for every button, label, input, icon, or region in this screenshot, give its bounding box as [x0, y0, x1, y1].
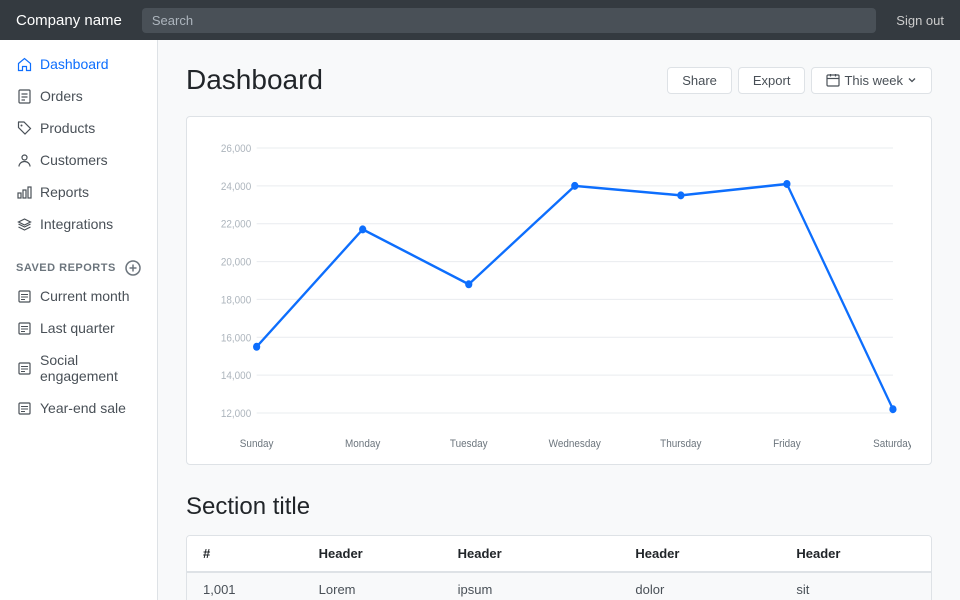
sidebar-item-integrations[interactable]: Integrations — [0, 208, 157, 240]
col-header-2: Header — [442, 536, 620, 572]
saved-report-label-current-month: Current month — [40, 288, 129, 304]
chart-dot — [359, 225, 366, 233]
sidebar-item-customers[interactable]: Customers — [0, 144, 157, 176]
saved-report-label-year-end-sale: Year-end sale — [40, 400, 126, 416]
col-header-0: # — [187, 536, 303, 572]
chart-dot — [783, 180, 790, 188]
cell-0-2: ipsum — [442, 572, 620, 600]
svg-text:Tuesday: Tuesday — [450, 439, 488, 451]
data-table: #HeaderHeaderHeaderHeader 1,001Loremipsu… — [187, 536, 931, 600]
chevron-down-icon — [907, 75, 917, 85]
y-axis: 26,000 24,000 22,000 20,000 18,000 16,000 14,0… — [221, 144, 893, 421]
dashboard-header: Dashboard Share Export This week — [186, 64, 932, 96]
week-picker-button[interactable]: This week — [811, 67, 932, 94]
sidebar-item-orders[interactable]: Orders — [0, 80, 157, 112]
chart-dot — [571, 182, 578, 190]
layout: Dashboard Orders Products Customers Reports I… — [0, 40, 960, 600]
sidebar-label-reports: Reports — [40, 184, 89, 200]
table-row: 1,001Loremipsumdolorsit — [187, 572, 931, 600]
page-title: Dashboard — [186, 64, 323, 96]
person-icon — [16, 152, 32, 168]
home-icon — [16, 56, 32, 72]
section-title: Section title — [186, 493, 932, 521]
doc-icon — [16, 320, 32, 336]
table-header-row: #HeaderHeaderHeaderHeader — [187, 536, 931, 572]
svg-text:20,000: 20,000 — [221, 257, 252, 269]
chart-dot — [465, 280, 472, 288]
table-container: #HeaderHeaderHeaderHeader 1,001Loremipsu… — [186, 535, 932, 600]
svg-text:16,000: 16,000 — [221, 333, 252, 345]
saved-reports-section: SAVED REPORTS — [0, 248, 157, 280]
search-input[interactable] — [142, 8, 876, 33]
svg-text:22,000: 22,000 — [221, 219, 252, 231]
saved-reports-label: SAVED REPORTS — [16, 262, 116, 274]
sidebar-item-dashboard[interactable]: Dashboard — [0, 48, 157, 80]
bar-chart-icon — [16, 184, 32, 200]
saved-reports-list: Current month Last quarter Social engageme… — [0, 280, 157, 424]
chart-dots — [253, 180, 897, 413]
saved-report-social-engagement[interactable]: Social engagement — [0, 344, 157, 392]
export-button[interactable]: Export — [738, 67, 806, 94]
tag-icon — [16, 120, 32, 136]
svg-text:Wednesday: Wednesday — [549, 439, 602, 451]
col-header-1: Header — [303, 536, 442, 572]
svg-text:Sunday: Sunday — [240, 439, 274, 451]
col-header-3: Header — [619, 536, 780, 572]
doc-icon — [16, 400, 32, 416]
chart-container: 26,000 24,000 22,000 20,000 18,000 16,000 14,0… — [186, 116, 932, 465]
layers-icon — [16, 216, 32, 232]
col-header-4: Header — [780, 536, 931, 572]
sidebar-label-dashboard: Dashboard — [40, 56, 109, 72]
topbar: Company name Sign out — [0, 0, 960, 40]
svg-text:26,000: 26,000 — [221, 144, 252, 156]
svg-text:Friday: Friday — [773, 439, 801, 451]
svg-text:Thursday: Thursday — [660, 439, 702, 451]
table-head: #HeaderHeaderHeaderHeader — [187, 536, 931, 572]
cell-0-4: sit — [780, 572, 931, 600]
sidebar-item-reports[interactable]: Reports — [0, 176, 157, 208]
saved-report-label-social-engagement: Social engagement — [40, 352, 141, 384]
saved-report-year-end-sale[interactable]: Year-end sale — [0, 392, 157, 424]
brand-name: Company name — [16, 12, 122, 29]
week-label: This week — [844, 73, 903, 88]
cell-0-0: 1,001 — [187, 572, 303, 600]
cell-0-3: dolor — [619, 572, 780, 600]
cell-0-1: Lorem — [303, 572, 442, 600]
main-content: Dashboard Share Export This week — [158, 40, 960, 600]
share-button[interactable]: Share — [667, 67, 732, 94]
saved-report-current-month[interactable]: Current month — [0, 280, 157, 312]
sidebar: Dashboard Orders Products Customers Reports I… — [0, 40, 158, 600]
line-chart: 26,000 24,000 22,000 20,000 18,000 16,000 14,0… — [207, 133, 911, 453]
x-axis: Sunday Monday Tuesday Wednesday Thursday Frid… — [240, 439, 911, 451]
sidebar-nav: Dashboard Orders Products Customers Reports I… — [0, 40, 157, 248]
chart-dot — [677, 191, 684, 199]
svg-text:Saturday: Saturday — [873, 439, 911, 451]
table-body: 1,001Loremipsumdolorsit1,002ametconsecte… — [187, 572, 931, 600]
signout-button[interactable]: Sign out — [896, 13, 944, 28]
sidebar-label-customers: Customers — [40, 152, 108, 168]
saved-report-label-last-quarter: Last quarter — [40, 320, 115, 336]
saved-report-last-quarter[interactable]: Last quarter — [0, 312, 157, 344]
sidebar-item-products[interactable]: Products — [0, 112, 157, 144]
sidebar-label-integrations: Integrations — [40, 216, 113, 232]
svg-text:14,000: 14,000 — [221, 371, 252, 383]
search-container — [142, 8, 876, 33]
header-actions: Share Export This week — [667, 67, 932, 94]
chart-dot — [253, 343, 260, 351]
svg-text:12,000: 12,000 — [221, 409, 252, 421]
receipt-icon — [16, 88, 32, 104]
add-report-button[interactable] — [125, 260, 141, 276]
sidebar-label-orders: Orders — [40, 88, 83, 104]
svg-text:24,000: 24,000 — [221, 181, 252, 193]
calendar-icon — [826, 73, 840, 87]
svg-text:Monday: Monday — [345, 439, 381, 451]
sidebar-label-products: Products — [40, 120, 95, 136]
doc-icon — [16, 288, 32, 304]
doc-icon — [16, 360, 32, 376]
svg-text:18,000: 18,000 — [221, 295, 252, 307]
chart-dot — [889, 405, 896, 413]
